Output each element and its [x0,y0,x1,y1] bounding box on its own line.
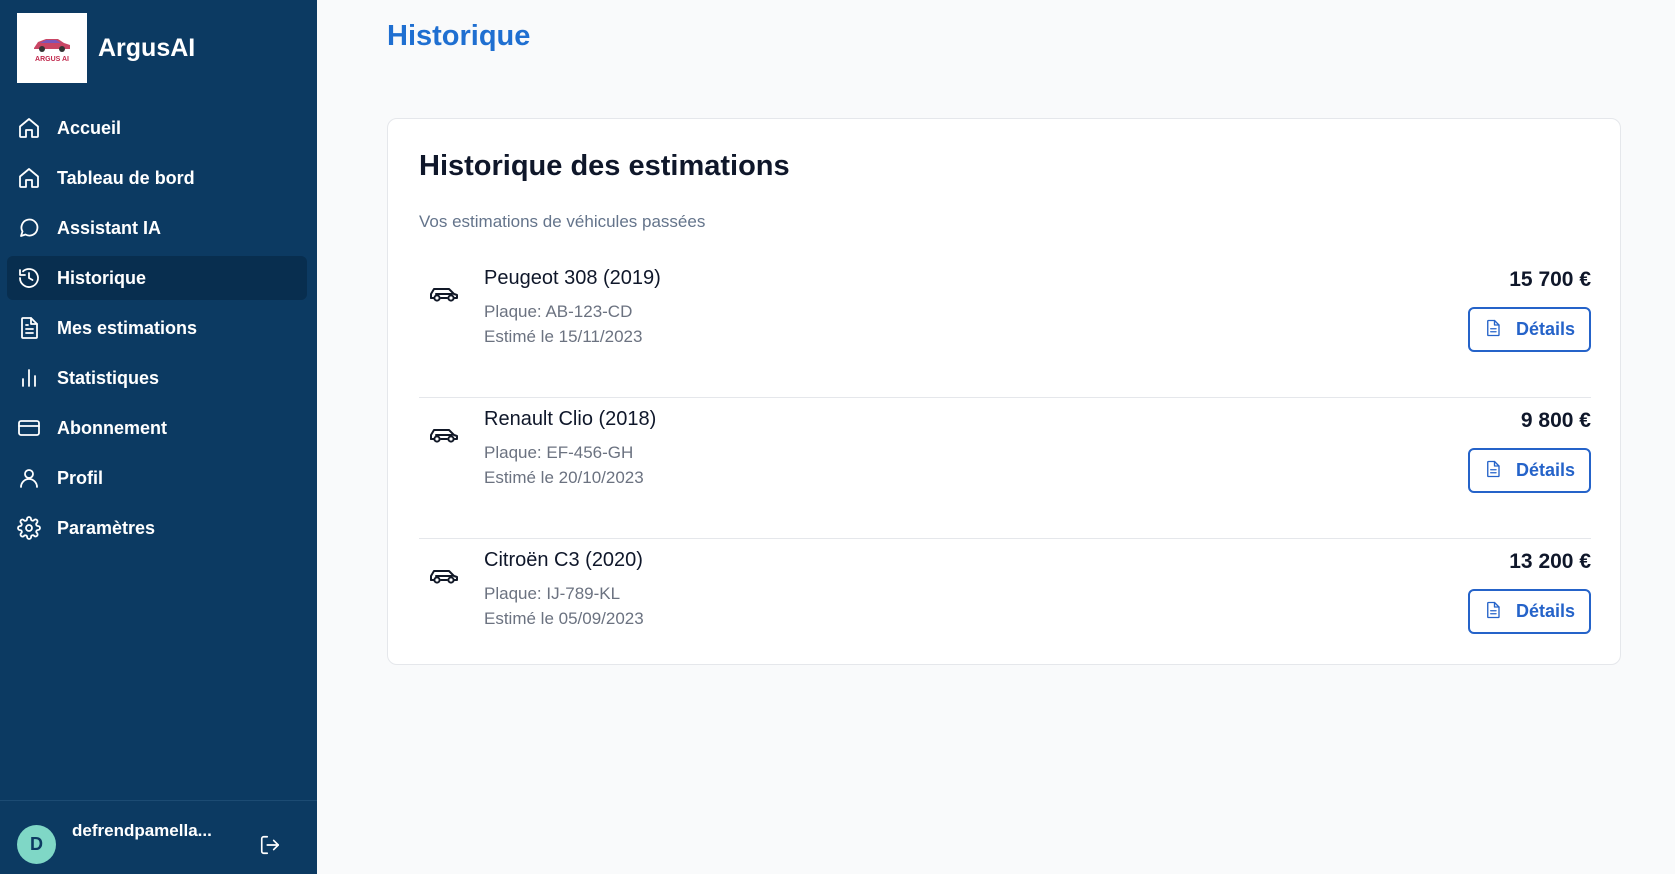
card-subtitle: Vos estimations de véhicules passées [419,212,706,231]
sidebar-item-profil[interactable]: Profil [7,456,307,500]
list-item: Citroën C3 (2020) Plaque: IJ-789-KL Esti… [419,539,1591,680]
history-card: Historique des estimations Vos estimatio… [387,118,1621,665]
estimation-date: Estimé le 15/11/2023 [484,327,643,346]
estimated-price: 15 700 € [1509,268,1591,291]
document-icon [1484,601,1502,622]
estimated-price: 13 200 € [1509,550,1591,573]
sidebar-item-label: Accueil [57,117,122,138]
sidebar-item-parametres[interactable]: Paramètres [7,506,307,550]
sidebar-item-label: Statistiques [57,367,160,388]
estimation-date: Estimé le 05/09/2023 [484,609,644,628]
car-icon [428,559,460,591]
document-icon [17,316,41,340]
car-name: Renault Clio (2018) [484,408,657,430]
sidebar-item-label: Historique [57,267,147,288]
sidebar: ARGUS AI ArgusAI Accueil Tableau de bord… [0,0,317,874]
sidebar-item-mes-estimations[interactable]: Mes estimations [7,306,307,350]
gear-icon [17,516,41,540]
logout-icon[interactable] [259,834,285,860]
car-icon [428,277,460,309]
user-icon [17,466,41,490]
details-button[interactable]: Détails [1468,307,1591,352]
document-icon [1484,460,1502,481]
car-name: Peugeot 308 (2019) [484,267,661,289]
sidebar-item-label: Tableau de bord [57,167,195,188]
sidebar-item-label: Mes estimations [57,317,198,338]
sidebar-item-label: Abonnement [57,417,167,438]
plate-number: Plaque: EF-456-GH [484,443,634,462]
credit-card-icon [17,416,41,440]
username: defrendpamella... [72,820,212,840]
sidebar-item-statistiques[interactable]: Statistiques [7,356,307,400]
details-label: Détails [1515,601,1576,621]
app-name: ArgusAI [98,33,196,62]
plate-number: Plaque: IJ-789-KL [484,584,621,603]
logo-text: ARGUS AI [35,56,69,63]
list-item: Peugeot 308 (2019) Plaque: AB-123-CD Est… [419,257,1591,398]
list-item: Renault Clio (2018) Plaque: EF-456-GH Es… [419,398,1591,539]
details-button[interactable]: Détails [1468,448,1591,493]
sidebar-item-tableau-de-bord[interactable]: Tableau de bord [7,156,307,200]
sidebar-item-label: Paramètres [57,517,156,538]
car-icon [428,418,460,450]
car-logo-icon [34,39,70,52]
details-button[interactable]: Détails [1468,589,1591,634]
avatar[interactable]: D [17,825,56,864]
plate-number: Plaque: AB-123-CD [484,302,633,321]
details-label: Détails [1515,319,1576,339]
bar-chart-icon [17,366,41,390]
sidebar-item-label: Assistant IA [57,217,162,238]
sidebar-item-historique[interactable]: Historique [7,256,307,300]
sidebar-item-abonnement[interactable]: Abonnement [7,406,307,450]
car-name: Citroën C3 (2020) [484,549,643,571]
estimation-list: Peugeot 308 (2019) Plaque: AB-123-CD Est… [419,257,1591,680]
home-icon [17,116,41,140]
user-footer: D defrendpamella... [0,800,317,874]
sidebar-item-label: Profil [57,467,104,488]
estimation-date: Estimé le 20/10/2023 [484,468,644,487]
sidebar-item-accueil[interactable]: Accueil [7,106,307,150]
details-label: Détails [1515,460,1576,480]
home-icon [17,166,41,190]
brand[interactable]: ARGUS AI ArgusAI [17,13,195,83]
app-logo: ARGUS AI [17,13,87,83]
page-title: Historique [387,20,531,52]
card-title: Historique des estimations [419,150,790,182]
estimated-price: 9 800 € [1520,409,1591,432]
document-icon [1484,319,1502,340]
sidebar-nav: Accueil Tableau de bord Assistant IA His… [7,106,307,556]
history-icon [17,266,41,290]
sidebar-item-assistant-ia[interactable]: Assistant IA [7,206,307,250]
chat-bubble-icon [17,216,41,240]
